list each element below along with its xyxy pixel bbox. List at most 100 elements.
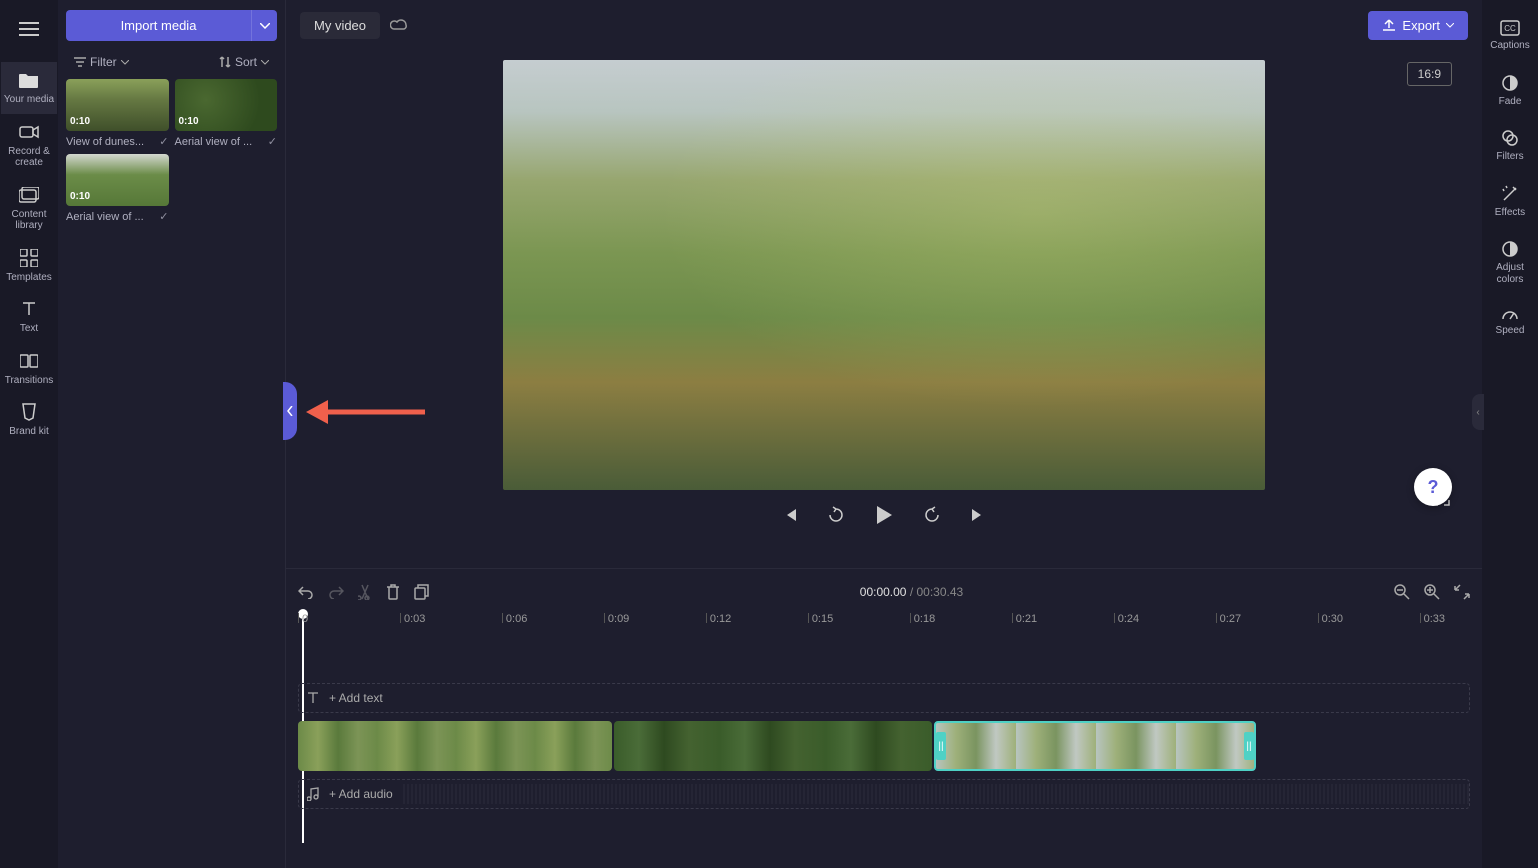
ruler-tick: 0:12 bbox=[706, 613, 731, 623]
timeline-timecode: 00:00.00 / 00:30.43 bbox=[860, 585, 963, 599]
ruler-tick: 0:18 bbox=[910, 613, 935, 623]
import-media-button[interactable]: Import media bbox=[66, 10, 251, 41]
nav-transitions[interactable]: Transitions bbox=[1, 343, 57, 395]
nav-fade[interactable]: Fade bbox=[1484, 64, 1536, 118]
nav-label: Record & create bbox=[3, 146, 55, 169]
nav-label: Captions bbox=[1490, 40, 1529, 52]
adjust-colors-icon bbox=[1501, 240, 1519, 258]
chevron-down-icon bbox=[261, 60, 269, 65]
sort-icon bbox=[219, 56, 231, 68]
nav-effects[interactable]: Effects bbox=[1484, 175, 1536, 229]
fade-icon bbox=[1501, 74, 1519, 92]
nav-templates[interactable]: Templates bbox=[1, 240, 57, 292]
media-item[interactable]: 0:10 View of dunes... ✓ bbox=[66, 79, 169, 148]
filters-icon bbox=[1501, 129, 1519, 147]
fit-timeline-button[interactable] bbox=[1454, 584, 1470, 600]
collapse-panel-button[interactable] bbox=[283, 382, 297, 440]
transitions-icon bbox=[19, 351, 39, 371]
nav-label: Effects bbox=[1495, 207, 1525, 219]
nav-brand-kit[interactable]: Brand kit bbox=[1, 394, 57, 446]
forward-button[interactable] bbox=[921, 504, 943, 526]
nav-label: Your media bbox=[4, 94, 54, 106]
effects-icon bbox=[1501, 185, 1519, 203]
filter-label: Filter bbox=[90, 55, 117, 69]
media-thumbnail: 0:10 bbox=[175, 79, 278, 131]
skip-end-button[interactable] bbox=[967, 504, 989, 526]
ruler-tick: 0:21 bbox=[1012, 613, 1037, 623]
sort-label: Sort bbox=[235, 55, 257, 69]
ruler-tick: 0:06 bbox=[502, 613, 527, 623]
filter-button[interactable]: Filter bbox=[74, 55, 129, 69]
media-duration: 0:10 bbox=[70, 191, 90, 202]
ruler-tick: 0:27 bbox=[1216, 613, 1241, 623]
nav-label: Transitions bbox=[5, 375, 54, 387]
total-time: 00:30.43 bbox=[917, 585, 964, 599]
nav-captions[interactable]: CC Captions bbox=[1484, 10, 1536, 62]
audio-track[interactable]: + Add audio bbox=[298, 779, 1470, 809]
nav-label: Templates bbox=[6, 272, 52, 284]
ruler-tick: 0:30 bbox=[1318, 613, 1343, 623]
export-button[interactable]: Export bbox=[1368, 11, 1468, 40]
duplicate-button[interactable] bbox=[414, 584, 429, 600]
chevron-down-icon bbox=[1446, 23, 1454, 28]
video-preview[interactable] bbox=[503, 60, 1265, 490]
skip-start-button[interactable] bbox=[779, 504, 801, 526]
text-track[interactable]: + Add text bbox=[298, 683, 1470, 713]
text-icon bbox=[307, 692, 319, 704]
ruler-tick: 0:33 bbox=[1420, 613, 1445, 623]
undo-button[interactable] bbox=[298, 584, 314, 600]
nav-content-library[interactable]: Content library bbox=[1, 177, 57, 240]
media-panel: Import media Filter Sort 0:10 View of du… bbox=[58, 0, 286, 868]
timeline-ruler[interactable]: 0 0:03 0:06 0:09 0:12 0:15 0:18 0:21 0:2… bbox=[298, 613, 1470, 643]
video-clip[interactable] bbox=[298, 721, 612, 771]
nav-record-create[interactable]: Record & create bbox=[1, 114, 57, 177]
brand-kit-icon bbox=[19, 402, 39, 422]
ruler-tick: 0:03 bbox=[400, 613, 425, 623]
nav-label: Text bbox=[20, 323, 38, 335]
nav-label: Filters bbox=[1496, 151, 1523, 163]
nav-filters[interactable]: Filters bbox=[1484, 119, 1536, 173]
delete-button[interactable] bbox=[386, 584, 400, 600]
video-clip[interactable] bbox=[614, 721, 932, 771]
import-media-dropdown[interactable] bbox=[251, 10, 277, 41]
collapse-right-panel-button[interactable]: ‹ bbox=[1472, 394, 1484, 430]
current-time: 00:00.00 bbox=[860, 585, 907, 599]
topbar: My video Export bbox=[286, 0, 1482, 50]
svg-text:CC: CC bbox=[1504, 24, 1516, 33]
media-item[interactable]: 0:10 Aerial view of ...✓ bbox=[66, 154, 169, 223]
nav-your-media[interactable]: Your media bbox=[1, 62, 57, 114]
hamburger-icon bbox=[19, 21, 39, 37]
split-button[interactable] bbox=[358, 584, 372, 600]
video-track bbox=[298, 721, 1470, 771]
video-clip-selected[interactable] bbox=[934, 721, 1256, 771]
zoom-in-button[interactable] bbox=[1424, 584, 1440, 600]
hamburger-menu[interactable] bbox=[8, 8, 50, 50]
help-button[interactable]: ? bbox=[1414, 468, 1452, 506]
upload-icon bbox=[1382, 18, 1396, 32]
nav-speed[interactable]: Speed bbox=[1484, 297, 1536, 347]
sort-button[interactable]: Sort bbox=[219, 55, 269, 69]
media-name: Aerial view of ... bbox=[175, 136, 253, 148]
check-icon: ✓ bbox=[268, 135, 277, 148]
redo-button[interactable] bbox=[328, 584, 344, 600]
ruler-tick: 0:09 bbox=[604, 613, 629, 623]
check-icon: ✓ bbox=[159, 135, 168, 148]
nav-adjust-colors[interactable]: Adjust colors bbox=[1484, 230, 1536, 295]
add-audio-label: + Add audio bbox=[329, 787, 393, 801]
nav-label: Speed bbox=[1496, 325, 1525, 337]
zoom-out-button[interactable] bbox=[1394, 584, 1410, 600]
media-duration: 0:10 bbox=[179, 116, 199, 127]
nav-text[interactable]: Text bbox=[1, 291, 57, 343]
media-name: View of dunes... bbox=[66, 136, 144, 148]
left-nav: Your media Record & create Content libra… bbox=[0, 0, 58, 868]
media-duration: 0:10 bbox=[70, 116, 90, 127]
cloud-sync-icon bbox=[390, 18, 408, 32]
play-button[interactable] bbox=[871, 504, 897, 526]
ruler-tick: 0 bbox=[298, 613, 308, 623]
project-title[interactable]: My video bbox=[300, 12, 380, 39]
rewind-button[interactable] bbox=[825, 504, 847, 526]
chevron-down-icon bbox=[260, 23, 270, 29]
text-icon bbox=[19, 299, 39, 319]
templates-icon bbox=[19, 248, 39, 268]
media-item[interactable]: 0:10 Aerial view of ... ✓ bbox=[175, 79, 278, 148]
